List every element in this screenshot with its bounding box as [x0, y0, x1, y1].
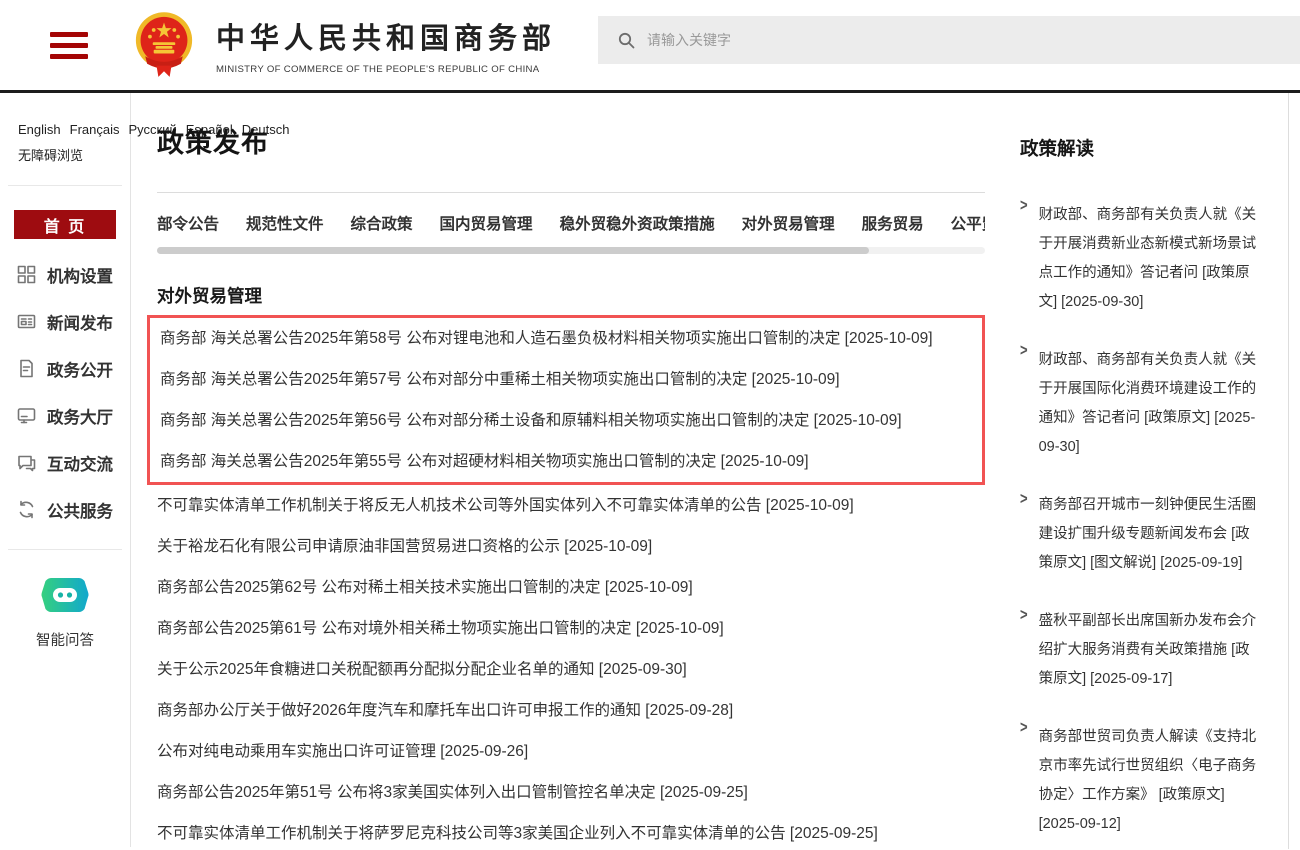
sidebar-item-2[interactable]: 新闻发布	[0, 298, 130, 345]
site-subtitle: MINISTRY OF COMMERCE OF THE PEOPLE'S REP…	[216, 64, 556, 75]
smart-qa-label: 智能问答	[0, 629, 130, 650]
accessibility-link[interactable]: 无障碍浏览	[0, 143, 130, 169]
aside-item[interactable]: >财政部、商务部有关负责人就《关于开展国际化消费环境建设工作的通知》答记者问 […	[1020, 346, 1264, 462]
search-input[interactable]	[647, 32, 1300, 48]
sidebar-item-4[interactable]: 政务大厅	[0, 392, 130, 439]
aside-item[interactable]: >商务部召开城市一刻钟便民生活圈建设扩围升级专题新闻发布会 [政策原文] [图文…	[1020, 491, 1264, 578]
chat-icon	[17, 453, 36, 472]
aside-item-text: 财政部、商务部有关负责人就《关于开展消费新业态新模式新场景试点工作的通知》答记者…	[1039, 201, 1264, 317]
page-title: 政策发布	[157, 121, 985, 160]
tab-6[interactable]: 对外贸易管理	[742, 212, 835, 234]
tab-4[interactable]: 国内贸易管理	[440, 212, 533, 234]
sidebar-item-1[interactable]: 机构设置	[0, 251, 130, 298]
policy-item[interactable]: 不可靠实体清单工作机制关于将反无人机技术公司等外国实体列入不可靠实体清单的公告 …	[157, 485, 985, 526]
tab-7[interactable]: 服务贸易	[862, 212, 924, 234]
national-emblem-logo[interactable]	[134, 11, 194, 79]
policy-item[interactable]: 商务部 海关总署公告2025年第58号 公布对锂电池和人造石墨负极材料相关物项实…	[160, 318, 982, 359]
aside-item-text: 商务部世贸司负责人解读《支持北京市率先试行世贸组织〈电子商务协定〉工作方案》 […	[1039, 723, 1264, 839]
policy-item[interactable]: 商务部 海关总署公告2025年第57号 公布对部分中重稀土相关物项实施出口管制的…	[160, 359, 982, 400]
aside-item-text: 财政部、商务部有关负责人就《关于开展国际化消费环境建设工作的通知》答记者问 [政…	[1039, 346, 1264, 462]
page-content: EnglishFrançaisРусскийEspañolDeutsch 无障碍…	[0, 93, 1300, 847]
chevron-right-icon: >	[1020, 709, 1028, 850]
page-right-border	[1288, 93, 1289, 849]
language-link[interactable]: Français	[70, 122, 120, 137]
policy-list: 商务部 海关总署公告2025年第58号 公布对锂电池和人造石墨负极材料相关物项实…	[157, 315, 985, 850]
policy-item[interactable]: 商务部公告2025第61号 公布对境外相关稀土物项实施出口管制的决定 [2025…	[157, 608, 985, 649]
sidebar-item-6[interactable]: 公共服务	[0, 486, 130, 533]
policy-item[interactable]: 商务部办公厅关于做好2026年度汽车和摩托车出口许可申报工作的通知 [2025-…	[157, 690, 985, 731]
sidebar-item-label: 公共服务	[47, 498, 113, 522]
language-link[interactable]: English	[18, 122, 61, 137]
chevron-right-icon: >	[1020, 332, 1028, 477]
aside-title: 政策解读	[1020, 135, 1264, 161]
aside-item[interactable]: >商务部世贸司负责人解读《支持北京市率先试行世贸组织〈电子商务协定〉工作方案》 …	[1020, 723, 1264, 839]
news-icon	[17, 312, 36, 331]
sidebar-item-label: 新闻发布	[47, 310, 113, 334]
policy-item[interactable]: 公布对纯电动乘用车实施出口许可证管理 [2025-09-26]	[157, 731, 985, 772]
sidebar-nav: 机构设置新闻发布政务公开政务大厅互动交流公共服务	[0, 251, 130, 533]
menu-hamburger-icon[interactable]	[50, 26, 88, 65]
sidebar-divider	[8, 185, 122, 186]
sidebar-item-label: 政务大厅	[47, 404, 113, 428]
title-divider	[157, 192, 985, 193]
tab-2[interactable]: 规范性文件	[246, 212, 324, 234]
search-icon	[618, 32, 635, 49]
category-tabs: 部令公告 规范性文件 综合政策 国内贸易管理 稳外贸稳外资政策措施 对外贸易管理 服务贸易 公…	[157, 212, 985, 234]
chevron-right-icon: >	[1020, 187, 1028, 332]
aside-item-text: 盛秋平副部长出席国新办发布会介绍扩大服务消费有关政策措施 [政策原文] [202…	[1039, 607, 1264, 694]
public-service-icon	[17, 500, 36, 519]
policy-item[interactable]: 关于裕龙石化有限公司申请原油非国营贸易进口资格的公示 [2025-10-09]	[157, 526, 985, 567]
header: 中华人民共和国商务部 MINISTRY OF COMMERCE OF THE P…	[0, 0, 1300, 93]
policy-item[interactable]: 关于公示2025年食糖进口关税配额再分配拟分配企业名单的通知 [2025-09-…	[157, 649, 985, 690]
sidebar-item-5[interactable]: 互动交流	[0, 439, 130, 486]
sidebar-item-label: 机构设置	[47, 263, 113, 287]
policy-item[interactable]: 商务部公告2025年第51号 公布将3家美国实体列入出口管制管控名单决定 [20…	[157, 772, 985, 813]
policy-interpretation-aside: 政策解读 >财政部、商务部有关负责人就《关于开展消费新业态新模式新场景试点工作的…	[1020, 93, 1264, 847]
tabs-scrollbar[interactable]	[157, 247, 985, 254]
section-title: 对外贸易管理	[157, 283, 985, 308]
site-brand: 中华人民共和国商务部 MINISTRY OF COMMERCE OF THE P…	[216, 15, 556, 75]
tab-3[interactable]: 综合政策	[351, 212, 413, 234]
policy-item[interactable]: 商务部公告2025第62号 公布对稀土相关技术实施出口管制的决定 [2025-1…	[157, 567, 985, 608]
chevron-right-icon: >	[1020, 596, 1028, 705]
policy-item[interactable]: 商务部 海关总署公告2025年第56号 公布对部分稀土设备和原辅料相关物项实施出…	[160, 400, 982, 441]
highlighted-items-box: 商务部 海关总署公告2025年第58号 公布对锂电池和人造石墨负极材料相关物项实…	[147, 315, 985, 485]
sidebar-divider	[8, 549, 122, 550]
org-grid-icon	[17, 265, 36, 284]
aside-item-text: 商务部召开城市一刻钟便民生活圈建设扩围升级专题新闻发布会 [政策原文] [图文解…	[1039, 491, 1264, 578]
language-switcher: EnglishFrançaisРусскийEspañolDeutsch	[0, 117, 122, 143]
aside-list: >财政部、商务部有关负责人就《关于开展消费新业态新模式新场景试点工作的通知》答记…	[1020, 201, 1264, 850]
service-hall-icon	[17, 406, 36, 425]
main-column: 政策发布 部令公告规范性文件综合政策国内贸易管理稳外贸稳外资政策措施对外贸易管理…	[131, 93, 985, 847]
tab-8[interactable]: 公平贸易	[951, 212, 985, 234]
aside-item[interactable]: >财政部、商务部有关负责人就《关于开展消费新业态新模式新场景试点工作的通知》答记…	[1020, 201, 1264, 317]
tabs-scrollbar-thumb[interactable]	[157, 247, 869, 254]
smart-qa-robot-icon	[41, 576, 89, 614]
site-title: 中华人民共和国商务部	[216, 15, 556, 57]
home-button[interactable]: 首 页	[14, 210, 116, 239]
sidebar-item-label: 互动交流	[47, 451, 113, 475]
search-bar[interactable]	[598, 16, 1300, 64]
chevron-right-icon: >	[1020, 480, 1028, 589]
policy-item[interactable]: 不可靠实体清单工作机制关于将萨罗尼克科技公司等3家美国企业列入不可靠实体清单的公…	[157, 813, 985, 850]
policy-item[interactable]: 商务部 海关总署公告2025年第55号 公布对超硬材料相关物项实施出口管制的决定…	[160, 441, 982, 482]
sidebar-item-label: 政务公开	[47, 357, 113, 381]
left-sidebar: EnglishFrançaisРусскийEspañolDeutsch 无障碍…	[0, 93, 131, 847]
sidebar-item-3[interactable]: 政务公开	[0, 345, 130, 392]
aside-item[interactable]: >盛秋平副部长出席国新办发布会介绍扩大服务消费有关政策措施 [政策原文] [20…	[1020, 607, 1264, 694]
document-icon	[17, 359, 36, 378]
policy-items: 不可靠实体清单工作机制关于将反无人机技术公司等外国实体列入不可靠实体清单的公告 …	[157, 485, 985, 850]
smart-qa-entry[interactable]: 智能问答	[0, 576, 130, 650]
tab-5[interactable]: 稳外贸稳外资政策措施	[560, 212, 715, 234]
tab-1[interactable]: 部令公告	[157, 212, 219, 234]
